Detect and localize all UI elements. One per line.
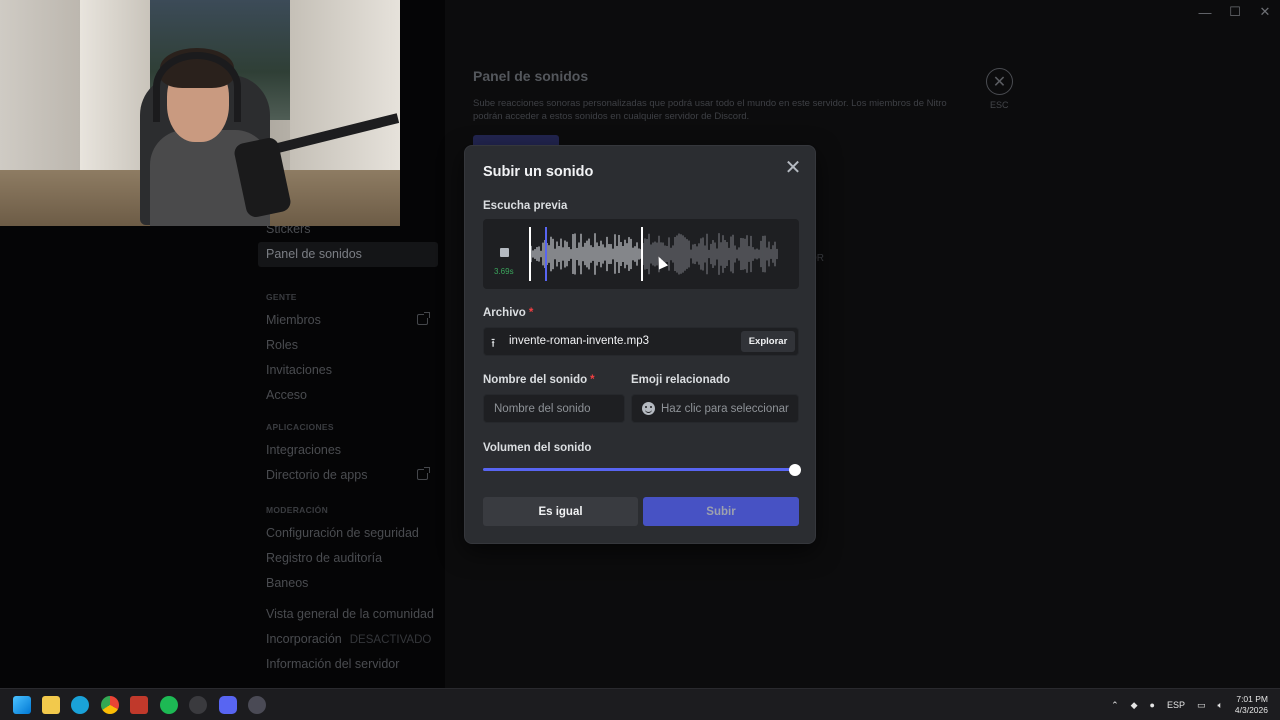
steam-icon[interactable]: ◆ (1131, 700, 1138, 711)
upload-icon: ⭱ (491, 336, 496, 350)
sound-name-label: Nombre del sonido * (483, 374, 595, 386)
sidebar-section-moderation: MODERACIÓN Configuración de seguridad Re… (258, 493, 438, 596)
file-explorer-icon[interactable] (42, 696, 60, 714)
sidebar-item-soundboard[interactable]: Panel de sonidos (258, 242, 438, 267)
sidebar-item-roles[interactable]: Roles (258, 333, 438, 358)
start-icon[interactable] (13, 696, 31, 714)
audio-preview: 3.69s (483, 219, 799, 289)
file-field[interactable]: ⭱ invente-roman-invente.mp3 Explorar (483, 327, 799, 356)
microphone-icon[interactable]: ● (1150, 700, 1155, 710)
spotify-icon[interactable] (160, 696, 178, 714)
esc-close-icon[interactable]: ✕ (986, 68, 1013, 95)
volume-label: Volumen del sonido (483, 442, 592, 454)
clock[interactable]: 7:01 PM 4/3/2026 (1235, 694, 1268, 716)
emoji-icon (642, 402, 655, 415)
page-description: Sube reacciones sonoras personalizadas q… (473, 98, 947, 122)
sidebar-item-members[interactable]: Miembros (258, 308, 438, 333)
close-window-button[interactable]: ✕ (1250, 0, 1280, 24)
sidebar-item-audit-log[interactable]: Registro de auditoría (258, 546, 438, 571)
webcam-overlay (0, 0, 400, 226)
stream-app-icon[interactable] (130, 696, 148, 714)
edge-icon[interactable] (71, 696, 89, 714)
sidebar-item-integrations[interactable]: Integraciones (258, 438, 438, 463)
sidebar-item-onboarding[interactable]: Incorporación DESACTIVADO (258, 627, 438, 652)
clock-time: 7:01 PM (1236, 694, 1268, 704)
taskbar: ⌃ ◆ ● ESP ▭ 🔈︎ 7:01 PM 4/3/2026 (0, 688, 1280, 720)
file-label: Archivo * (483, 307, 534, 319)
preview-time: 3.69s (494, 267, 514, 276)
stop-icon[interactable] (500, 248, 509, 257)
volume-slider-thumb[interactable] (789, 464, 801, 476)
sidebar-item-community-overview[interactable]: Vista general de la comunidad (258, 602, 438, 627)
esc-label: ESC (990, 100, 1009, 110)
sound-name-input[interactable]: Nombre del sonido (483, 394, 625, 423)
sidebar-heading-people: GENTE (266, 292, 297, 302)
volume-slider-track[interactable] (483, 468, 795, 471)
sidebar-heading-apps: APLICACIONES (266, 422, 334, 432)
obs-icon[interactable] (189, 696, 207, 714)
submit-button[interactable]: Subir (643, 497, 799, 526)
cancel-button[interactable]: Es igual (483, 497, 638, 526)
emoji-picker[interactable]: Haz clic para seleccionar (631, 394, 799, 423)
sidebar-item-server-info[interactable]: Información del servidor (258, 652, 438, 677)
close-icon[interactable]: ✕ (783, 158, 803, 178)
sidebar-section-people: GENTE Miembros Roles Invitaciones Acceso (258, 280, 438, 408)
clock-date: 4/3/2026 (1234, 705, 1268, 715)
window-controls: — ☐ ✕ (1190, 0, 1280, 24)
sidebar-item-access[interactable]: Acceso (258, 383, 438, 408)
sidebar-section-apps: APLICACIONES Integraciones Directorio de… (258, 410, 438, 488)
sidebar-item-invites[interactable]: Invitaciones (258, 358, 438, 383)
modal-title: Subir un sonido (483, 164, 594, 180)
emoji-placeholder: Haz clic para seleccionar (661, 402, 789, 415)
emoji-label: Emoji relacionado (631, 374, 731, 386)
page-title: Panel de sonidos (473, 68, 589, 84)
sidebar-item-safety[interactable]: Configuración de seguridad (258, 521, 438, 546)
sidebar-heading-moderation: MODERACIÓN (266, 505, 329, 515)
browse-button[interactable]: Explorar (741, 331, 795, 352)
language-indicator[interactable]: ESP (1167, 700, 1185, 710)
file-name: invente-roman-invente.mp3 (509, 335, 649, 347)
waveform[interactable] (529, 225, 779, 283)
external-link-icon (417, 312, 430, 325)
display-icon[interactable]: ▭ (1197, 700, 1206, 711)
system-tray: ⌃ ◆ ● ESP ▭ 🔈︎ 7:01 PM 4/3/2026 (1111, 689, 1280, 720)
chrome-icon[interactable] (101, 696, 119, 714)
app-icon[interactable] (248, 696, 266, 714)
sidebar-item-bans[interactable]: Baneos (258, 571, 438, 596)
discord-icon[interactable] (219, 696, 237, 714)
sidebar-section-community: Vista general de la comunidad Incorporac… (258, 602, 438, 677)
volume-icon[interactable]: 🔈︎ (1218, 700, 1223, 711)
preview-label: Escucha previa (483, 200, 568, 212)
upload-sound-modal: Subir un sonido ✕ Escucha previa 3.69s A… (464, 145, 816, 544)
chevron-up-icon[interactable]: ⌃ (1111, 700, 1119, 711)
maximize-button[interactable]: ☐ (1220, 0, 1250, 24)
sidebar-item-app-directory[interactable]: Directorio de apps (258, 463, 438, 488)
minimize-button[interactable]: — (1190, 0, 1220, 24)
external-link-icon (417, 467, 430, 480)
disabled-tag: DESACTIVADO (349, 634, 432, 646)
